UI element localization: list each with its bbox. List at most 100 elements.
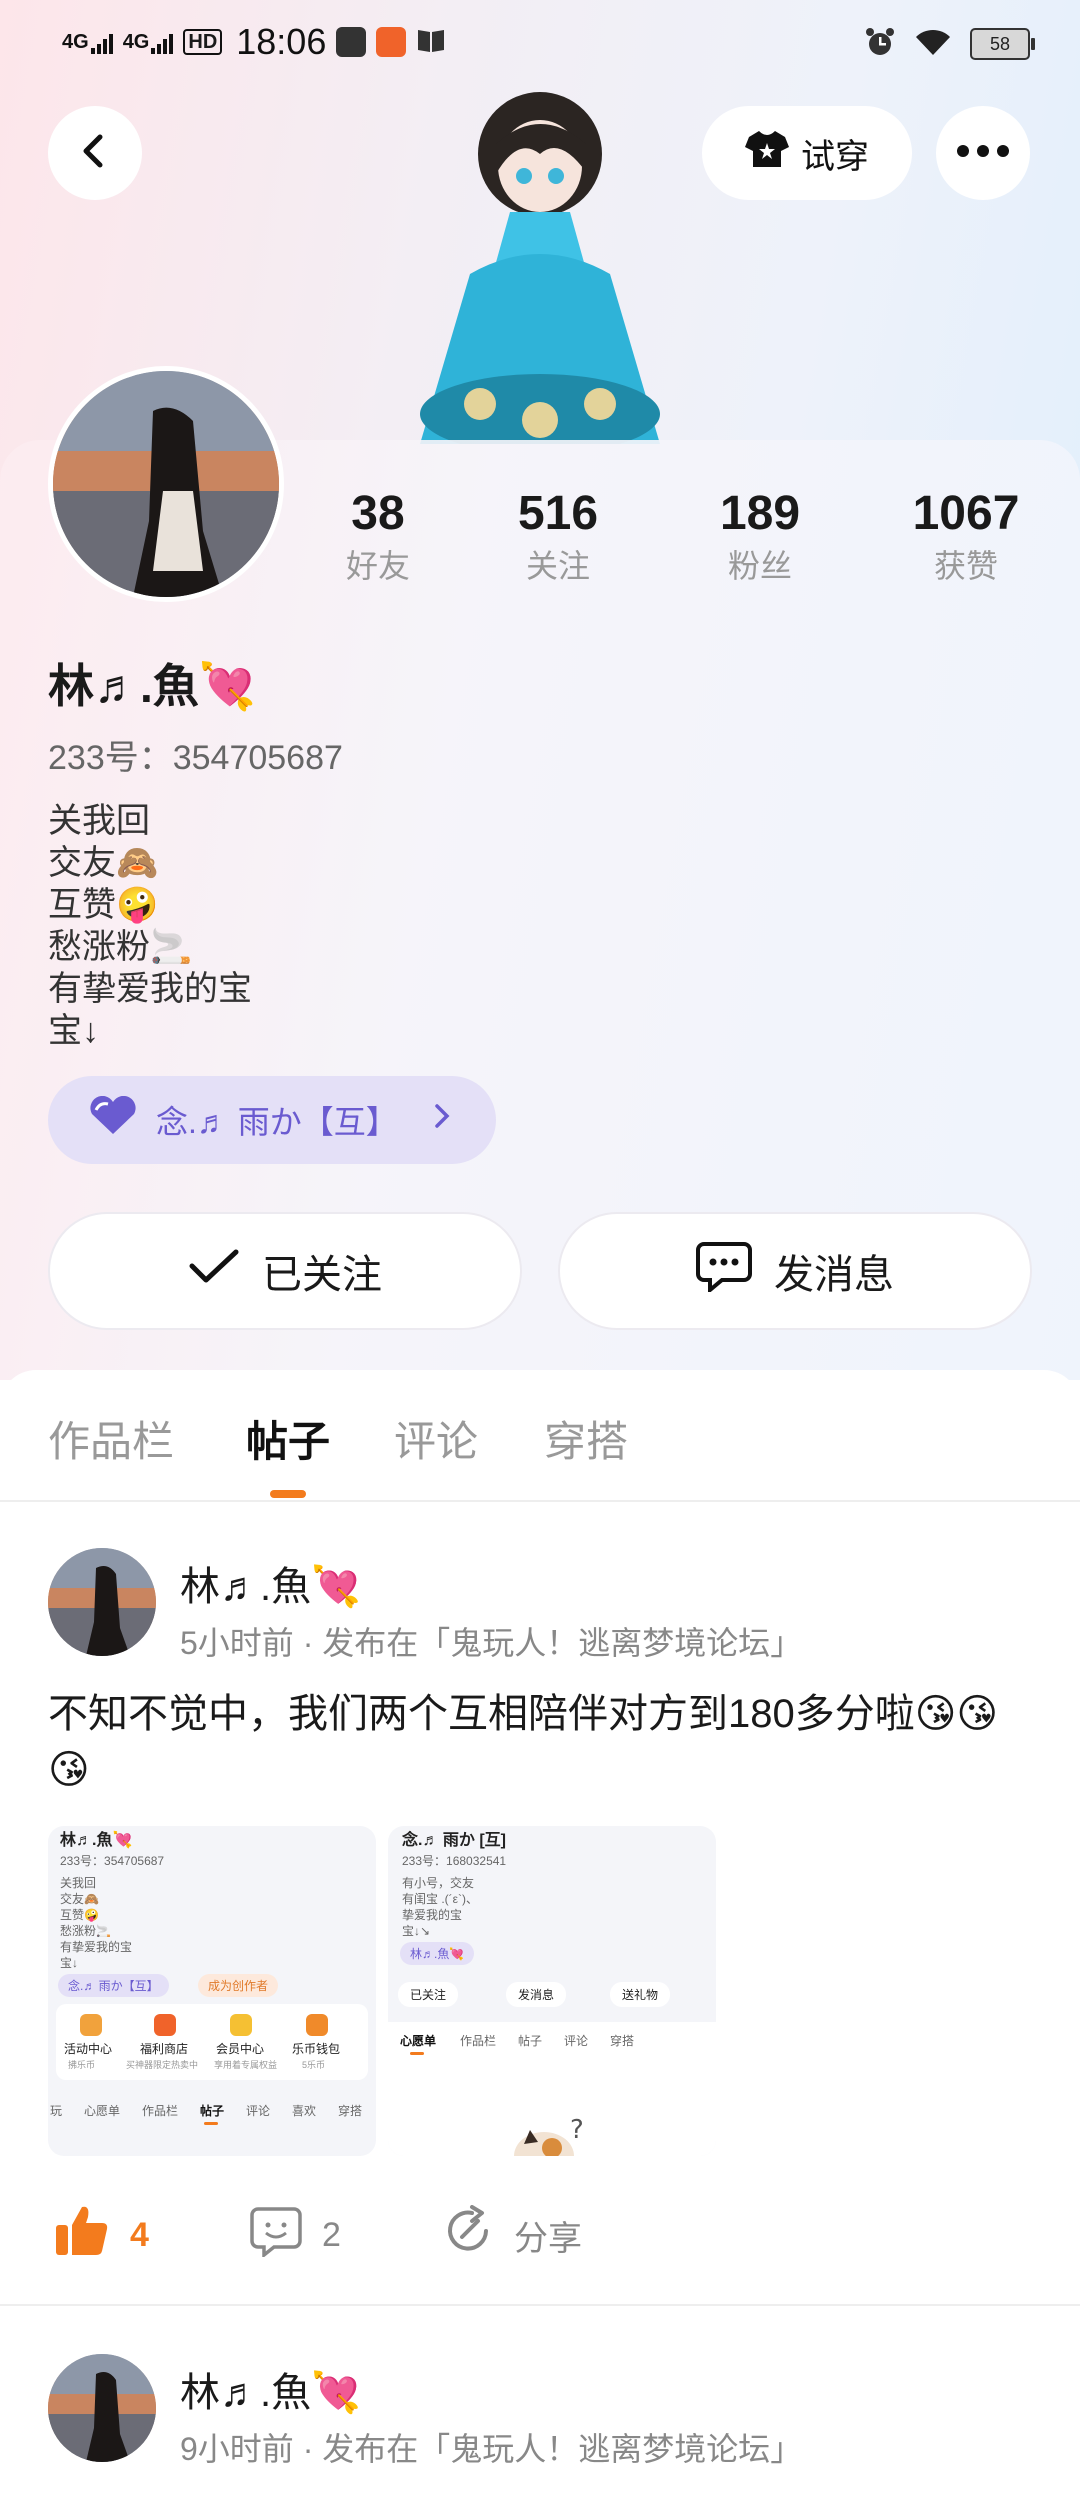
bio-line: 愁涨粉🚬: [48, 928, 193, 966]
mini-creator-pill: 成为创作者: [198, 1974, 279, 1997]
cp-name: 念.♬ 雨か【互】: [156, 1104, 398, 1140]
chevron-right-icon: [432, 1101, 452, 1139]
mini-tab-indicator: [204, 2122, 218, 2125]
stat-friends[interactable]: 38 好友: [298, 486, 458, 588]
mini-icon-label: 会员中心: [216, 2042, 265, 2056]
post-author-avatar[interactable]: [48, 2354, 156, 2462]
mini-tab: 作品栏: [460, 2034, 497, 2048]
back-button[interactable]: [48, 106, 142, 200]
mini-tab: 帖子: [200, 2104, 225, 2118]
clock: 18:06: [236, 21, 327, 62]
tab-posts[interactable]: 帖子: [246, 1408, 330, 1469]
try-on-button[interactable]: 试穿: [702, 106, 912, 200]
mini-activity-icon: [80, 2014, 102, 2036]
mini-tab: 心愿单: [400, 2034, 437, 2048]
post-divider: [0, 2304, 1080, 2306]
mini-cp-pill: 林♬.魚💘: [400, 1942, 475, 1965]
mini-message-btn: 发消息: [506, 1982, 567, 2007]
tab-comments[interactable]: 评论: [394, 1408, 478, 1469]
hd-icon: HD: [183, 29, 223, 55]
mini-nickname: 林♬.魚💘: [60, 1832, 133, 1849]
mini-icon-sub: 享用着专属权益: [214, 2060, 278, 2070]
mini-tab: 评论: [564, 2034, 589, 2048]
profile-nickname: 林♬.魚💘: [48, 660, 257, 712]
like-count: 4: [130, 2215, 149, 2254]
mini-cat-illustration: ?: [514, 2114, 594, 2156]
3d-avatar-figure[interactable]: [400, 84, 680, 454]
cp-relation-pill[interactable]: 念.♬ 雨か【互】: [48, 1076, 496, 1164]
mini-nickname: 念.♬ 雨か [互]: [402, 1832, 506, 1849]
post-image-1[interactable]: 林♬.魚💘 233号：354705687 关我回 交友🙈 互赞🤪 愁涨粉🚬 有挚…: [48, 1826, 376, 2156]
mini-icon-sub: 买神器限定热卖中: [126, 2060, 199, 2070]
mini-tab: 心愿单: [84, 2104, 121, 2118]
bio-line: 关我回: [48, 802, 150, 840]
mini-tab-indicator: [410, 2052, 424, 2055]
post-content[interactable]: 不知不觉中，我们两个互相陪伴对方到180多分啦😘😘😘: [48, 1686, 1028, 1798]
mini-vip-icon: [230, 2014, 252, 2036]
mini-icon-sub: 拂乐币: [68, 2060, 96, 2070]
battery-indicator: 58: [970, 28, 1035, 60]
stat-followers[interactable]: 189 粉丝: [680, 486, 840, 588]
mini-tab: 评论: [246, 2104, 271, 2118]
bio-line: 宝↓: [48, 1012, 99, 1050]
alarm-icon: [864, 26, 896, 63]
mini-follow-btn: 已关注: [398, 1982, 459, 2007]
message-button[interactable]: 发消息: [558, 1212, 1032, 1330]
tab-outfits[interactable]: 穿搭: [544, 1408, 628, 1469]
share-label: 分享: [514, 2219, 582, 2258]
mini-gift-btn: 送礼物: [610, 1982, 671, 2007]
wifi-icon: [914, 27, 952, 62]
post-image-2[interactable]: 念.♬ 雨か [互] 233号：168032541 有小号，交友 有闺宝 .(´…: [388, 1826, 716, 2156]
comment-button[interactable]: 2: [250, 2200, 341, 2270]
share-icon: [442, 2204, 494, 2266]
post-meta[interactable]: 5小时前 · 发布在「鬼玩人！逃离梦境论坛」: [180, 1618, 802, 1664]
mini-bio-line: 有闺宝 .(´ε`)、: [402, 1892, 479, 1906]
try-on-label: 试穿: [801, 137, 869, 176]
following-label: 已关注: [262, 1253, 382, 1297]
mini-tab: 玩: [50, 2104, 63, 2118]
bio-line: 交友🙈: [48, 844, 159, 882]
divider: [0, 1500, 1080, 1502]
ellipsis-icon: [956, 144, 1010, 163]
shirt-icon: [745, 129, 789, 178]
tab-indicator: [270, 1490, 306, 1498]
following-button[interactable]: 已关注: [48, 1212, 522, 1330]
chat-bubble-icon: [696, 1240, 752, 1302]
mini-icon-label: 乐币钱包: [292, 2042, 341, 2056]
post-meta[interactable]: 9小时前 · 发布在「鬼玩人！逃离梦境论坛」: [180, 2424, 802, 2470]
mini-bio-line: 愁涨粉🚬: [60, 1924, 111, 1938]
post-author-name[interactable]: 林♬.魚💘: [180, 1554, 361, 1612]
signal-4g-1: 4G: [62, 31, 113, 54]
mini-bio-line: 互赞🤪: [60, 1908, 99, 1922]
post-author-avatar[interactable]: [48, 1548, 156, 1656]
stat-likes[interactable]: 1067 获赞: [886, 486, 1046, 588]
check-icon: [188, 1246, 240, 1296]
tab-works[interactable]: 作品栏: [48, 1408, 174, 1469]
mini-bio-line: 关我回: [60, 1876, 97, 1890]
comment-count: 2: [322, 2215, 341, 2254]
mini-uid: 233号：168032541: [402, 1854, 507, 1868]
mini-shop-icon: [154, 2014, 176, 2036]
stat-following[interactable]: 516 关注: [478, 486, 638, 588]
mini-bio-line: 宝↓↘: [402, 1924, 431, 1938]
mini-cp-pill: 念.♬ 雨か【互】: [58, 1974, 169, 1997]
chevron-left-icon: [75, 131, 115, 176]
mini-tab: 作品栏: [142, 2104, 179, 2118]
post-author-name[interactable]: 林♬.魚💘: [180, 2360, 361, 2418]
game-app-icon: [336, 27, 367, 57]
like-button[interactable]: 4: [54, 2200, 149, 2270]
profile-avatar[interactable]: [48, 366, 284, 602]
mini-wallet-icon: [306, 2014, 328, 2036]
comment-icon: [250, 2205, 302, 2266]
mini-bio-line: 有挚爱我的宝: [60, 1940, 133, 1954]
share-button[interactable]: 分享: [442, 2200, 582, 2270]
mini-icon-row: 活动中心 福利商店 会员中心 乐币钱包 拂乐币 买神器限定热卖中 享用着专属权益…: [56, 2004, 368, 2080]
mini-icon-sub: 5乐币: [302, 2060, 326, 2070]
signal-4g-2: 4G: [123, 31, 174, 54]
svg-text:?: ?: [570, 2115, 584, 2145]
mini-uid: 233号：354705687: [60, 1854, 165, 1868]
mini-icon-label: 活动中心: [64, 2042, 113, 2056]
profile-uid[interactable]: 233号：354705687: [48, 730, 343, 779]
mini-bio-line: 宝↓: [60, 1956, 79, 1970]
more-button[interactable]: [936, 106, 1030, 200]
